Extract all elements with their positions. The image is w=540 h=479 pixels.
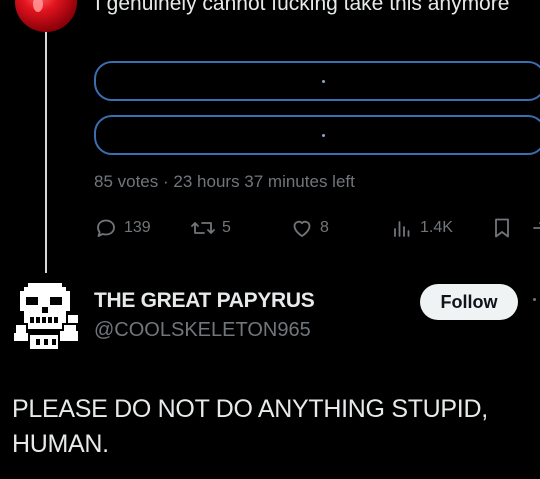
tweet-text: I genuinely cannot fucking take this any… (95, 0, 510, 15)
share-button[interactable] (532, 216, 540, 240)
poll-option-1[interactable] (94, 61, 540, 101)
share-icon (532, 216, 540, 240)
poll-option-2[interactable] (94, 115, 540, 155)
heart-icon (290, 216, 314, 240)
author-handle[interactable]: @COOLSKELETON965 (94, 319, 311, 342)
thread-connector-line (45, 20, 47, 273)
views-button[interactable]: 1.4K (390, 216, 453, 240)
retweet-button[interactable]: 5 (190, 216, 231, 240)
poll-separator: · (163, 172, 169, 191)
papyrus-avatar-image (14, 283, 78, 349)
balloon-avatar[interactable] (12, 0, 82, 36)
balloon-avatar-image (15, 0, 77, 32)
poll-votes: 85 votes (94, 172, 159, 191)
post-text: PLEASE DO NOT DO ANYTHING STUPID, HUMAN. (12, 395, 488, 458)
views-icon (390, 216, 414, 240)
more-options-icon[interactable] (533, 298, 536, 301)
author-name[interactable]: THE GREAT PAPYRUS (94, 289, 315, 313)
retweet-icon (190, 216, 216, 240)
poll-option-2-label (322, 134, 325, 137)
tweet-actions: 139 5 8 1.4K (94, 216, 540, 246)
poll-meta: 85 votes · 23 hours 37 minutes left (94, 172, 355, 192)
retweet-count: 5 (222, 219, 231, 236)
like-count: 8 (320, 219, 329, 236)
like-button[interactable]: 8 (290, 216, 329, 240)
reply-icon (94, 216, 118, 240)
bookmark-button[interactable] (490, 216, 514, 240)
papyrus-avatar[interactable] (12, 279, 82, 355)
poll-option-1-label (322, 80, 325, 83)
bookmark-icon (490, 216, 514, 240)
reply-count: 139 (124, 219, 151, 236)
poll-time-left: 23 hours 37 minutes left (173, 172, 355, 191)
follow-button[interactable]: Follow (420, 284, 518, 320)
views-count: 1.4K (420, 219, 453, 236)
reply-button[interactable]: 139 (94, 216, 151, 240)
